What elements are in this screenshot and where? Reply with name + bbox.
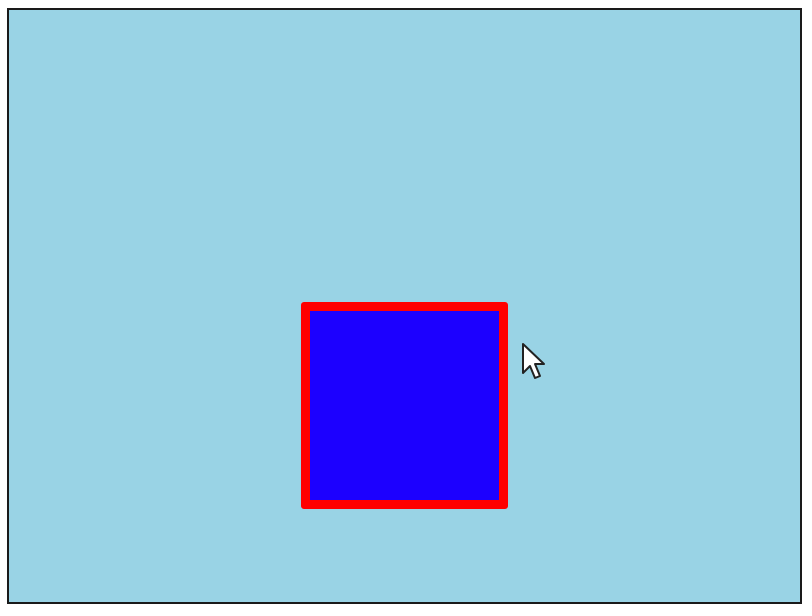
mouse-pointer-arrow-icon [522, 343, 545, 379]
cursor-arrow-shape [522, 343, 545, 379]
drawing-canvas[interactable] [7, 8, 802, 604]
draggable-square[interactable] [301, 302, 508, 509]
